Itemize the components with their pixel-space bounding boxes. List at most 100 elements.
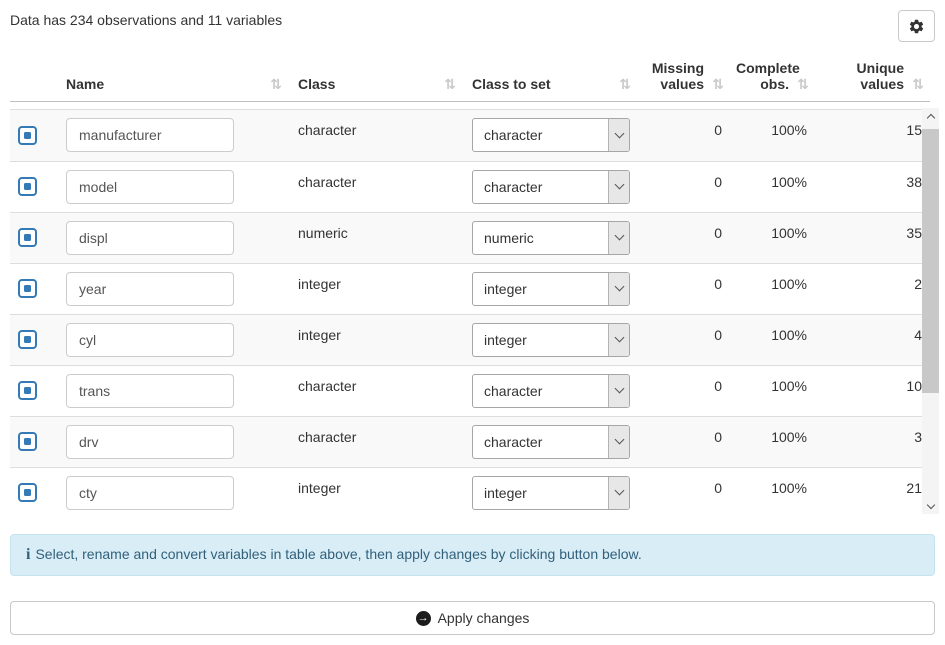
- column-header-missing-values[interactable]: Missing values ⇅: [637, 56, 730, 102]
- column-label: Unique values: [857, 60, 904, 92]
- table-body-viewport: charactercharacter0100%15charactercharac…: [10, 109, 930, 514]
- variables-table-body: charactercharacter0100%15charactercharac…: [10, 110, 930, 514]
- selected-class-value: character: [473, 171, 608, 203]
- sort-icon: ⇅: [444, 77, 456, 93]
- chevron-down-icon: [608, 324, 629, 356]
- complete-obs: 100%: [730, 416, 815, 467]
- apply-changes-label: Apply changes: [438, 610, 530, 626]
- variable-name-input[interactable]: [66, 118, 234, 152]
- checkbox-checked-icon: [24, 336, 31, 343]
- unique-values: 4: [815, 314, 930, 365]
- class-to-set-select[interactable]: character: [472, 170, 630, 204]
- column-header-class-to-set[interactable]: Class to set ⇅: [462, 56, 637, 102]
- row-select-checkbox[interactable]: [18, 177, 37, 196]
- variable-editor-page: Data has 234 observations and 11 variabl…: [0, 0, 945, 645]
- scrollbar-up-arrow[interactable]: [922, 108, 939, 124]
- column-header-complete-obs[interactable]: Complete obs. ⇅: [730, 56, 815, 102]
- selected-class-value: character: [473, 375, 608, 407]
- circle-arrow-right-icon: →: [416, 611, 431, 626]
- column-header-class[interactable]: Class ⇅: [288, 56, 462, 102]
- row-select-checkbox[interactable]: [18, 330, 37, 349]
- info-icon: i: [26, 546, 30, 564]
- checkbox-checked-icon: [24, 183, 31, 190]
- row-select-checkbox[interactable]: [18, 279, 37, 298]
- unique-values: 3: [815, 416, 930, 467]
- column-label: Class to set: [472, 76, 551, 92]
- gear-icon: [908, 18, 925, 35]
- variable-name-input[interactable]: [66, 323, 234, 357]
- chevron-down-icon: [608, 477, 629, 509]
- top-bar: Data has 234 observations and 11 variabl…: [10, 0, 935, 42]
- settings-button[interactable]: [898, 10, 935, 42]
- row-select-checkbox[interactable]: [18, 381, 37, 400]
- checkbox-checked-icon: [24, 489, 31, 496]
- chevron-down-icon: [608, 222, 629, 254]
- variables-table-header: Name ⇅ Class ⇅ Class to set ⇅ Missing va…: [10, 56, 930, 102]
- checkbox-checked-icon: [24, 132, 31, 139]
- column-header-name[interactable]: Name ⇅: [56, 56, 288, 102]
- missing-values: 0: [637, 263, 730, 314]
- variables-table: Name ⇅ Class ⇅ Class to set ⇅ Missing va…: [10, 56, 930, 514]
- sort-icon: ⇅: [270, 77, 282, 93]
- complete-obs: 100%: [730, 212, 815, 263]
- complete-obs: 100%: [730, 467, 815, 514]
- scrollbar-thumb[interactable]: [922, 129, 939, 393]
- chevron-down-icon: [608, 171, 629, 203]
- variable-name-input[interactable]: [66, 170, 234, 204]
- row-select-checkbox[interactable]: [18, 483, 37, 502]
- column-header-select: [10, 56, 56, 102]
- info-alert: i Select, rename and convert variables i…: [10, 534, 935, 576]
- class-to-set-select[interactable]: integer: [472, 476, 630, 510]
- missing-values: 0: [637, 416, 730, 467]
- table-row: charactercharacter0100%38: [10, 161, 930, 212]
- chevron-down-icon: [608, 119, 629, 151]
- variable-class: character: [288, 365, 462, 416]
- table-body: charactercharacter0100%15charactercharac…: [10, 110, 930, 514]
- checkbox-checked-icon: [24, 438, 31, 445]
- class-to-set-select[interactable]: character: [472, 425, 630, 459]
- complete-obs: 100%: [730, 365, 815, 416]
- complete-obs: 100%: [730, 263, 815, 314]
- column-label: Name: [66, 76, 104, 92]
- variable-class: character: [288, 416, 462, 467]
- class-to-set-select[interactable]: character: [472, 374, 630, 408]
- column-label: Missing values: [652, 60, 704, 92]
- chevron-down-icon: [608, 273, 629, 305]
- row-select-checkbox[interactable]: [18, 432, 37, 451]
- table-row: charactercharacter0100%15: [10, 110, 930, 161]
- class-to-set-select[interactable]: integer: [472, 272, 630, 306]
- unique-values: 21: [815, 467, 930, 514]
- variable-name-input[interactable]: [66, 374, 234, 408]
- table-row: integerinteger0100%21: [10, 467, 930, 514]
- unique-values: 38: [815, 161, 930, 212]
- selected-class-value: character: [473, 119, 608, 151]
- checkbox-checked-icon: [24, 387, 31, 394]
- chevron-down-icon: [608, 426, 629, 458]
- class-to-set-select[interactable]: integer: [472, 323, 630, 357]
- table-row: integerinteger0100%4: [10, 314, 930, 365]
- variable-name-input[interactable]: [66, 476, 234, 510]
- variable-name-input[interactable]: [66, 221, 234, 255]
- missing-values: 0: [637, 212, 730, 263]
- table-scrollbar[interactable]: [922, 108, 939, 514]
- variable-name-input[interactable]: [66, 425, 234, 459]
- sort-icon: ⇅: [797, 77, 809, 93]
- table-row: numericnumeric0100%35: [10, 212, 930, 263]
- missing-values: 0: [637, 467, 730, 514]
- class-to-set-select[interactable]: character: [472, 118, 630, 152]
- unique-values: 15: [815, 110, 930, 161]
- scrollbar-down-arrow[interactable]: [922, 498, 939, 514]
- unique-values: 2: [815, 263, 930, 314]
- data-summary-text: Data has 234 observations and 11 variabl…: [10, 10, 935, 28]
- variable-class: integer: [288, 467, 462, 514]
- row-select-checkbox[interactable]: [18, 228, 37, 247]
- variable-class: character: [288, 161, 462, 212]
- class-to-set-select[interactable]: numeric: [472, 221, 630, 255]
- table-row: charactercharacter0100%10: [10, 365, 930, 416]
- column-label: Complete obs.: [736, 60, 800, 92]
- apply-changes-button[interactable]: → Apply changes: [10, 601, 935, 635]
- row-select-checkbox[interactable]: [18, 126, 37, 145]
- column-label: Class: [298, 76, 335, 92]
- variable-name-input[interactable]: [66, 272, 234, 306]
- column-header-unique-values[interactable]: Unique values ⇅: [815, 56, 930, 102]
